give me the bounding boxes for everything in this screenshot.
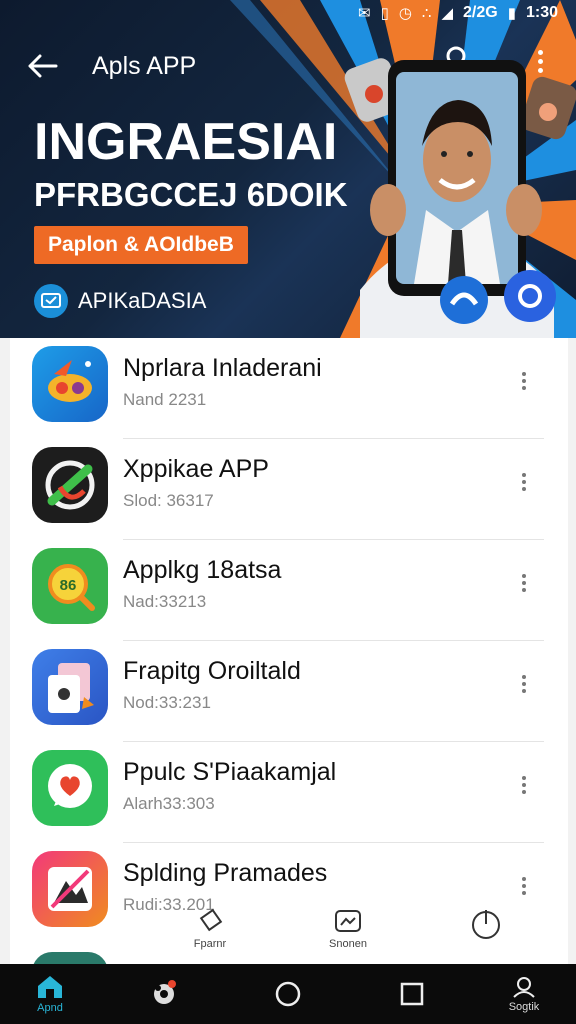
swirl-app-icon xyxy=(32,447,108,523)
brand-row: APIKaDASIA xyxy=(34,284,206,318)
tag-icon xyxy=(199,908,223,932)
app-title: Nprlara Inladerani xyxy=(123,354,322,382)
app-subtitle: Nad:33213 xyxy=(123,592,207,611)
dot-icon xyxy=(522,783,526,787)
apps-icon xyxy=(154,980,176,1004)
back-button[interactable] xyxy=(22,46,62,86)
rocket-app-icon xyxy=(32,346,108,422)
app-title: Xppikae APP xyxy=(123,455,269,483)
app-title: Splding Pramades xyxy=(123,859,328,887)
status-time: 1:30 xyxy=(525,4,558,21)
app-subtitle: Slod: 36317 xyxy=(123,491,214,510)
dot-icon xyxy=(522,581,526,585)
dot-icon xyxy=(522,675,526,679)
nav-label: Apnd xyxy=(37,1002,63,1014)
list-item[interactable]: Ppulc S'Piaakamjal Alarh33:303 xyxy=(10,742,568,843)
quick-action-power[interactable] xyxy=(446,906,526,962)
app-title: Apls APP xyxy=(92,52,197,80)
hero-subheadline: PFRBGCCEJ 6DOIK xyxy=(34,176,348,213)
quick-action-label: Fparnr xyxy=(193,938,227,950)
quick-action-fparnr[interactable]: Fparnr xyxy=(170,906,250,962)
dot-icon xyxy=(522,689,526,693)
dot-icon xyxy=(522,891,526,895)
photo-icon xyxy=(335,910,361,932)
alarm-icon: ◷ xyxy=(398,4,412,22)
dot-icon xyxy=(522,379,526,383)
app-screen: ✉ ▯ ◷ ∴ ◢ 2/2G ▮ 1:30 Apls APP INGRAESIA… xyxy=(0,0,576,1024)
item-menu-button[interactable] xyxy=(516,570,532,596)
brand-logo-icon xyxy=(34,284,68,318)
network-type: 2/2G xyxy=(463,4,498,21)
bottom-navigation-bar: Apnd Sogtik xyxy=(0,964,576,1024)
item-menu-button[interactable] xyxy=(516,469,532,495)
battery-icon: ▮ xyxy=(507,4,516,22)
list-item[interactable]: 86 Applkg 18atsa Nad:33213 xyxy=(10,540,568,641)
app-title: Ppulc S'Piaakamjal xyxy=(123,758,337,786)
hero-cta-button[interactable]: Paplon & AOIdbeB xyxy=(34,226,248,264)
account-search-icon xyxy=(513,977,535,998)
nav-home[interactable]: Apnd xyxy=(10,964,90,1024)
partial-app-icon xyxy=(32,952,108,964)
item-menu-button[interactable] xyxy=(516,772,532,798)
notification-icon: ✉ xyxy=(357,4,371,22)
app-list: Nprlara Inladerani Nand 2231 Xppikae APP… xyxy=(10,338,568,964)
dot-icon xyxy=(522,372,526,376)
signal-icon: ◢ xyxy=(441,4,454,22)
dot-icon xyxy=(522,776,526,780)
quick-action-label: Snonen xyxy=(329,938,367,950)
power-icon xyxy=(472,910,500,939)
back-arrow-icon xyxy=(28,54,58,78)
wifi-icon: ∴ xyxy=(421,4,432,22)
item-menu-button[interactable] xyxy=(516,368,532,394)
app-title: Applkg 18atsa xyxy=(123,556,282,584)
quick-action-snonen[interactable]: Snonen xyxy=(308,906,388,962)
home-icon xyxy=(38,976,62,998)
nav-account[interactable]: Sogtik xyxy=(484,964,564,1024)
dot-icon xyxy=(522,790,526,794)
hero-banner[interactable]: ✉ ▯ ◷ ∴ ◢ 2/2G ▮ 1:30 Apls APP INGRAESIA… xyxy=(0,0,576,338)
chat-heart-app-icon xyxy=(32,750,108,826)
vibrate-icon: ▯ xyxy=(380,4,389,22)
dot-icon xyxy=(522,487,526,491)
app-title: Frapitg Oroiltald xyxy=(123,657,301,685)
app-subtitle: Alarh33:303 xyxy=(123,794,215,813)
circle-home-icon xyxy=(275,981,301,1007)
dot-icon xyxy=(522,588,526,592)
square-recents-icon xyxy=(400,982,424,1006)
dot-icon xyxy=(522,877,526,881)
list-item[interactable]: Xppikae APP Slod: 36317 xyxy=(10,439,568,540)
quick-action-bar: Fparnr Snonen xyxy=(150,906,550,962)
magnifier-app-icon: 86 xyxy=(32,548,108,624)
cards-app-icon xyxy=(32,649,108,725)
list-item[interactable]: Nprlara Inladerani Nand 2231 xyxy=(10,338,568,439)
dot-icon xyxy=(522,884,526,888)
nav-apps[interactable] xyxy=(124,964,204,1024)
item-menu-button[interactable] xyxy=(516,873,532,899)
list-item[interactable]: Frapitg Oroiltald Nod:33:231 xyxy=(10,641,568,742)
nav-home-circle[interactable] xyxy=(248,964,328,1024)
svg-text:86: 86 xyxy=(60,577,77,594)
hero-headline: INGRAESIAI xyxy=(34,113,338,171)
app-subtitle: Nand 2231 xyxy=(123,390,207,409)
dot-icon xyxy=(522,574,526,578)
hero-illustration xyxy=(344,58,576,338)
dot-icon xyxy=(522,473,526,477)
dot-icon xyxy=(522,386,526,390)
item-menu-button[interactable] xyxy=(516,671,532,697)
dot-icon xyxy=(522,480,526,484)
brand-name: APIKaDASIA xyxy=(78,288,207,313)
dot-icon xyxy=(522,682,526,686)
status-bar: ✉ ▯ ◷ ∴ ◢ 2/2G ▮ 1:30 xyxy=(358,0,576,26)
gallery-app-icon xyxy=(32,851,108,927)
nav-label: Sogtik xyxy=(508,1001,540,1013)
app-subtitle: Nod:33:231 xyxy=(123,693,211,712)
nav-recents[interactable] xyxy=(372,964,452,1024)
